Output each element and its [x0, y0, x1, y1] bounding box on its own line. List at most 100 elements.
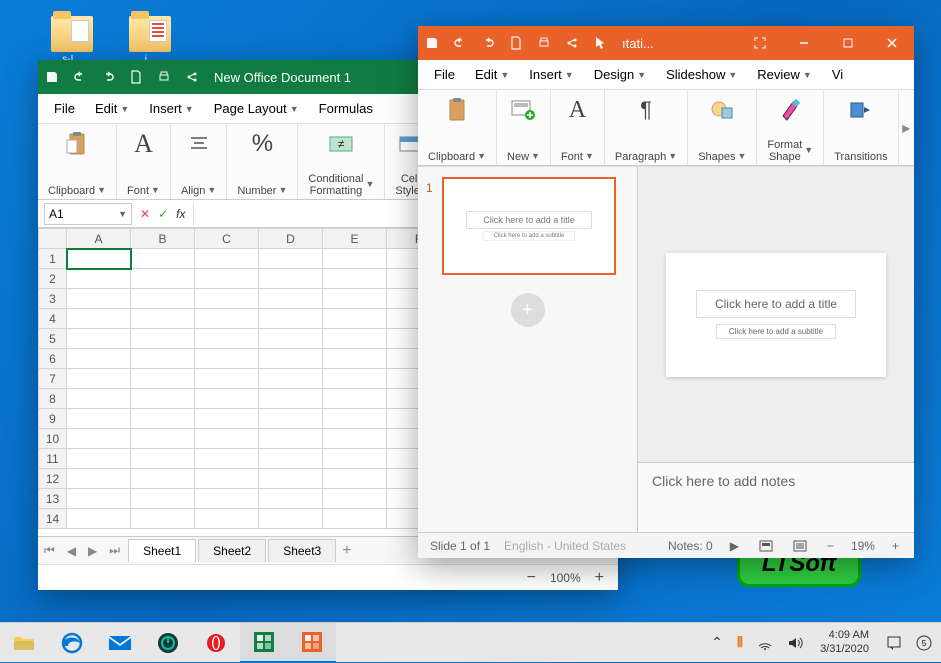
cell[interactable]: [195, 249, 259, 269]
ribbon-clipboard[interactable]: Clipboard▼: [38, 124, 117, 199]
cell[interactable]: [131, 249, 195, 269]
cell-reference-input[interactable]: A1▼: [44, 203, 132, 225]
cell[interactable]: [259, 449, 323, 469]
row-header[interactable]: 4: [39, 309, 67, 329]
new-doc-icon[interactable]: [502, 26, 530, 60]
row-header[interactable]: 6: [39, 349, 67, 369]
row-header[interactable]: 14: [39, 509, 67, 529]
zoom-out-button[interactable]: −: [824, 539, 837, 553]
row-header[interactable]: 2: [39, 269, 67, 289]
ribbon-paragraph[interactable]: ¶ Paragraph▼: [605, 90, 688, 165]
redo-icon[interactable]: [474, 26, 502, 60]
cell[interactable]: [323, 449, 387, 469]
cell[interactable]: [195, 389, 259, 409]
new-doc-icon[interactable]: [122, 60, 150, 94]
row-header[interactable]: 9: [39, 409, 67, 429]
cell[interactable]: [259, 389, 323, 409]
cell[interactable]: [67, 389, 131, 409]
save-icon[interactable]: [418, 26, 446, 60]
tray-overflow-icon[interactable]: ⌃: [708, 634, 726, 651]
cell[interactable]: [131, 409, 195, 429]
menu-file[interactable]: File: [424, 63, 465, 86]
print-icon[interactable]: [530, 26, 558, 60]
ribbon-shapes[interactable]: Shapes▼: [688, 90, 757, 165]
menu-insert[interactable]: Insert▼: [519, 63, 583, 86]
column-header[interactable]: E: [323, 229, 387, 249]
cell[interactable]: [67, 429, 131, 449]
spreadsheet-taskbar-icon[interactable]: [240, 623, 288, 663]
sheet-tab[interactable]: Sheet1: [128, 539, 196, 562]
clock[interactable]: 4:09 AM 3/31/2020: [814, 629, 875, 655]
notes-input[interactable]: Click here to add notes: [638, 462, 914, 532]
normal-view-icon[interactable]: [756, 540, 776, 552]
cell[interactable]: [323, 469, 387, 489]
cell[interactable]: [67, 469, 131, 489]
row-header[interactable]: 13: [39, 489, 67, 509]
ribbon-number[interactable]: % Number▼: [227, 124, 298, 199]
network-icon[interactable]: [754, 636, 776, 650]
undo-icon[interactable]: [66, 60, 94, 94]
subtitle-placeholder[interactable]: Click here to add a subtitle: [716, 324, 836, 339]
cell[interactable]: [131, 389, 195, 409]
cell[interactable]: [323, 409, 387, 429]
zoom-out-button[interactable]: −: [527, 569, 536, 587]
cell[interactable]: [67, 249, 131, 269]
row-header[interactable]: 3: [39, 289, 67, 309]
row-header[interactable]: 12: [39, 469, 67, 489]
tray-badge-icon[interactable]: 5: [913, 635, 935, 651]
menu-edit[interactable]: Edit▼: [85, 97, 139, 120]
sheet-tab[interactable]: Sheet3: [268, 539, 336, 562]
cell[interactable]: [195, 369, 259, 389]
cell[interactable]: [323, 329, 387, 349]
mail-icon[interactable]: [96, 623, 144, 663]
cell[interactable]: [259, 269, 323, 289]
cell[interactable]: [195, 269, 259, 289]
cell[interactable]: [195, 489, 259, 509]
slide-canvas[interactable]: Click here to add a title Click here to …: [666, 253, 886, 377]
ribbon-font[interactable]: A Font▼: [551, 90, 605, 165]
cursor-icon[interactable]: [586, 26, 614, 60]
cell[interactable]: [195, 349, 259, 369]
opera-icon[interactable]: [192, 623, 240, 663]
cell[interactable]: [195, 449, 259, 469]
row-header[interactable]: 10: [39, 429, 67, 449]
fullscreen-button[interactable]: [738, 26, 782, 60]
close-button[interactable]: [870, 26, 914, 60]
cell[interactable]: [259, 489, 323, 509]
play-slideshow-icon[interactable]: ▶: [727, 539, 742, 553]
cell[interactable]: [67, 309, 131, 329]
tray-app-icon[interactable]: ⦀: [734, 634, 746, 651]
cell[interactable]: [195, 509, 259, 529]
sheet-nav-first[interactable]: ⏮: [38, 543, 61, 558]
cell[interactable]: [67, 489, 131, 509]
cell[interactable]: [195, 309, 259, 329]
cell[interactable]: [67, 329, 131, 349]
cell[interactable]: [195, 429, 259, 449]
row-header[interactable]: 1: [39, 249, 67, 269]
cell[interactable]: [259, 289, 323, 309]
cell[interactable]: [259, 309, 323, 329]
language-indicator[interactable]: English - United States: [504, 539, 626, 553]
zoom-in-button[interactable]: +: [595, 569, 604, 587]
cell[interactable]: [131, 469, 195, 489]
cell[interactable]: [67, 269, 131, 289]
cell[interactable]: [67, 289, 131, 309]
cancel-formula-icon[interactable]: ✕: [140, 207, 150, 221]
cell[interactable]: [259, 469, 323, 489]
cell[interactable]: [195, 469, 259, 489]
menu-design[interactable]: Design▼: [584, 63, 656, 86]
cell[interactable]: [67, 509, 131, 529]
share-icon[interactable]: [558, 26, 586, 60]
cell[interactable]: [131, 369, 195, 389]
menu-formulas[interactable]: Formulas: [309, 97, 383, 120]
presentation-taskbar-icon[interactable]: [288, 623, 336, 663]
sheet-nav-prev[interactable]: ◀: [61, 544, 82, 558]
cell[interactable]: [195, 289, 259, 309]
cell[interactable]: [67, 349, 131, 369]
cell[interactable]: [323, 509, 387, 529]
ribbon-font[interactable]: A Font▼: [117, 124, 171, 199]
sheet-tab[interactable]: Sheet2: [198, 539, 266, 562]
ribbon-clipboard[interactable]: Clipboard▼: [418, 90, 497, 165]
cell[interactable]: [67, 449, 131, 469]
cell[interactable]: [131, 309, 195, 329]
